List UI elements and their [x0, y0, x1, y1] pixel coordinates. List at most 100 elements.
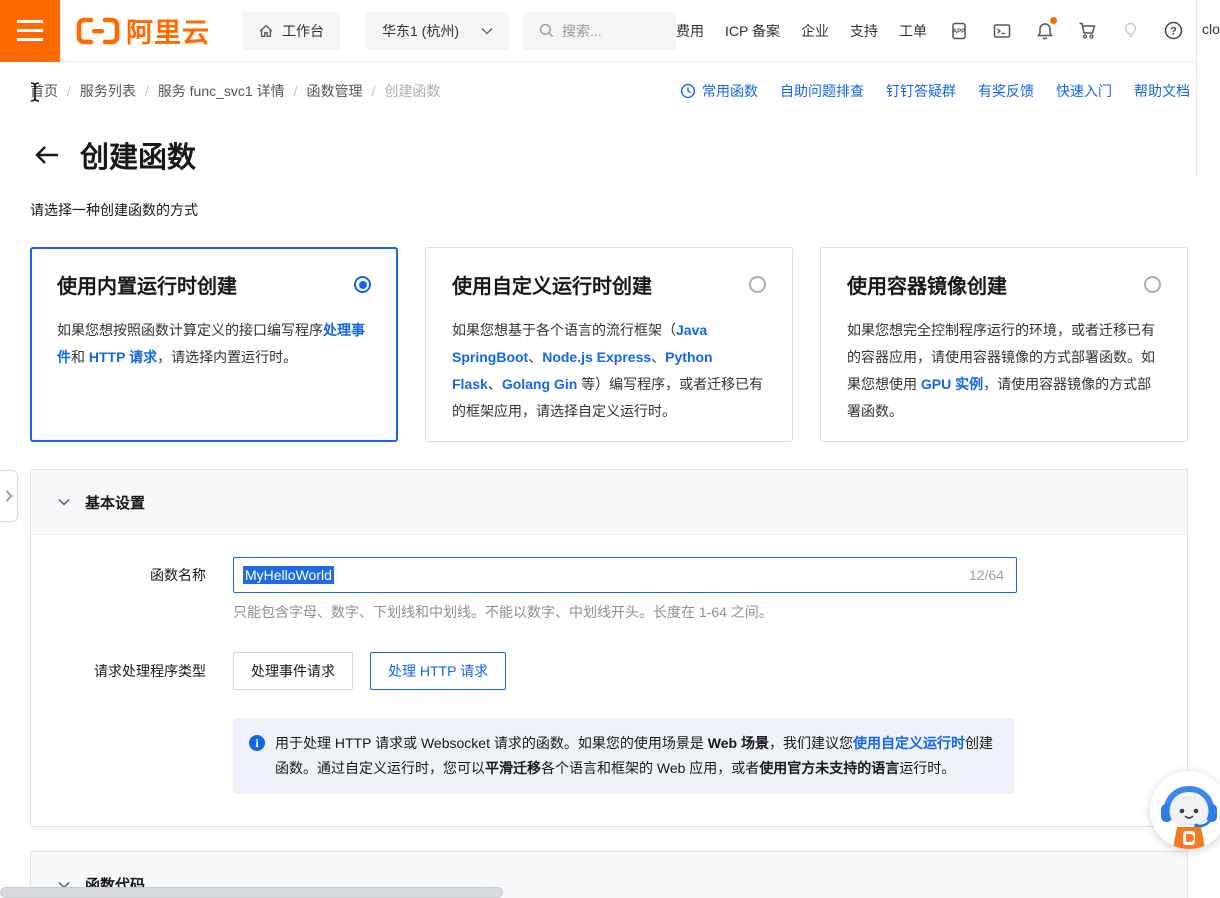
link-help-docs[interactable]: 帮助文档	[1134, 81, 1190, 101]
text-segment: 平滑迁移	[485, 760, 541, 776]
link-feedback[interactable]: 有奖反馈	[978, 81, 1034, 101]
account-flyout[interactable]: clo	[1196, 0, 1220, 176]
chatbot-assistant-button[interactable]	[1150, 771, 1220, 849]
link-common-functions[interactable]: 常用函数	[680, 81, 758, 101]
handle-http-request-button[interactable]: 处理 HTTP 请求	[370, 652, 506, 690]
handle-event-request-button[interactable]: 处理事件请求	[233, 652, 353, 690]
aliyun-bracket-icon	[76, 16, 120, 46]
radio-custom-runtime[interactable]	[749, 276, 766, 293]
cart-icon[interactable]	[1077, 20, 1099, 42]
notification-badge	[1050, 17, 1057, 24]
card-builtin-runtime[interactable]: 使用内置运行时创建 如果您想按照函数计算定义的接口编写程序处理事件和 HTTP …	[30, 247, 398, 442]
link-dingtalk-group[interactable]: 钉钉答疑群	[886, 81, 956, 101]
aliyun-logo-text: 阿里云	[126, 11, 210, 50]
breadcrumb-separator: /	[67, 83, 71, 99]
breadcrumb-bar: 首页 / 服务列表 / 服务 func_svc1 详情 / 函数管理 / 创建函…	[0, 62, 1220, 120]
clock-icon	[680, 83, 696, 99]
nav-item-enterprise[interactable]: 企业	[801, 21, 829, 41]
svg-text:APP: APP	[953, 29, 965, 35]
breadcrumb-home[interactable]: 首页	[30, 81, 58, 101]
svg-text:?: ?	[1171, 26, 1178, 38]
sidebar-expander[interactable]	[0, 470, 18, 522]
nav-item-tickets[interactable]: 工单	[899, 21, 927, 41]
console-icon[interactable]	[991, 20, 1013, 42]
function-name-helper: 只能包含字母、数字、下划线和中划线。不能以数字、中划线开头。长度在 1-64 之…	[233, 602, 1187, 622]
http-handler-info-box: i 用于处理 HTTP 请求或 Websocket 请求的函数。如果您的使用场景…	[233, 718, 1014, 794]
breadcrumb: 首页 / 服务列表 / 服务 func_svc1 详情 / 函数管理 / 创建函…	[30, 81, 440, 101]
page-title: 创建函数	[80, 134, 196, 176]
chevron-right-icon	[5, 490, 13, 502]
help-icon[interactable]: ?	[1163, 20, 1185, 42]
text-segment: 运行时。	[899, 760, 955, 776]
chevron-down-icon	[58, 498, 70, 506]
info-icon: i	[249, 735, 265, 751]
chevron-down-icon	[481, 27, 493, 35]
function-name-value: MyHelloWorld	[243, 566, 334, 584]
breadcrumb-separator: /	[145, 83, 149, 99]
breadcrumb-current: 创建函数	[384, 81, 440, 101]
robot-avatar-icon	[1150, 771, 1220, 849]
card-description: 如果您想基于各个语言的流行框架（Java SpringBoot、Node.js …	[452, 317, 766, 425]
text-segment: 和	[71, 349, 89, 365]
search-placeholder: 搜索...	[562, 21, 602, 41]
mobile-app-icon[interactable]: APP	[948, 20, 970, 42]
arrow-left-icon	[34, 144, 60, 166]
text-segment: 如果您想基于各个语言的流行框架（	[452, 322, 676, 338]
breadcrumb-separator: /	[294, 83, 298, 99]
search-icon	[539, 23, 554, 38]
card-container-image[interactable]: 使用容器镜像创建 如果您想完全控制程序运行的环境，或者迁移已有的容器应用，请使用…	[820, 247, 1188, 442]
text-segment: 、	[488, 376, 502, 392]
handler-type-toggle: 处理事件请求 处理 HTTP 请求	[233, 652, 1187, 690]
card-custom-runtime[interactable]: 使用自定义运行时创建 如果您想基于各个语言的流行框架（Java SpringBo…	[425, 247, 793, 442]
inline-link[interactable]: 使用自定义运行时	[853, 735, 965, 751]
search-input[interactable]: 搜索...	[523, 12, 676, 50]
nav-item-support[interactable]: 支持	[850, 21, 878, 41]
text-segment: 使用官方未支持的语言	[759, 760, 899, 776]
workbench-button[interactable]: 工作台	[242, 12, 340, 50]
inline-link[interactable]: GPU 实例	[921, 376, 983, 392]
horizontal-scrollbar-thumb[interactable]	[0, 887, 503, 898]
inline-link[interactable]: HTTP 请求	[89, 349, 157, 365]
nav-item-icp[interactable]: ICP 备案	[725, 21, 780, 41]
card-description: 如果您想按照函数计算定义的接口编写程序处理事件和 HTTP 请求，请选择内置运行…	[57, 317, 371, 371]
nav-item-billing[interactable]: 费用	[676, 21, 704, 41]
char-counter: 12/64	[969, 567, 1004, 583]
account-name-partial: clo	[1197, 21, 1220, 37]
top-navbar: 阿里云 工作台 华东1 (杭州) 搜索... 费用 ICP 备案 企业	[0, 0, 1220, 62]
region-selector[interactable]: 华东1 (杭州)	[366, 12, 509, 50]
link-quick-start[interactable]: 快速入门	[1056, 81, 1112, 101]
creation-method-cards: 使用内置运行时创建 如果您想按照函数计算定义的接口编写程序处理事件和 HTTP …	[30, 247, 1188, 442]
function-name-input[interactable]: MyHelloWorld 12/64	[233, 557, 1017, 593]
text-segment: 各个语言和框架的 Web 应用，或者	[541, 760, 759, 776]
notification-bell-icon[interactable]	[1034, 20, 1056, 42]
link-self-troubleshoot[interactable]: 自助问题排查	[780, 81, 864, 101]
title-row: 创建函数	[0, 120, 1220, 176]
back-button[interactable]	[34, 144, 60, 166]
radio-container-image[interactable]	[1144, 276, 1161, 293]
navbar-right: 费用 ICP 备案 企业 支持 工单 APP	[676, 20, 1220, 42]
card-title: 使用自定义运行时创建	[452, 270, 652, 299]
radio-builtin-runtime[interactable]	[354, 276, 371, 293]
section-title: 基本设置	[85, 492, 145, 513]
aliyun-logo[interactable]: 阿里云	[76, 11, 210, 50]
text-segment: ，请选择内置运行时。	[157, 349, 297, 365]
breadcrumb-service-list[interactable]: 服务列表	[80, 81, 136, 101]
basic-settings-section: 基本设置 函数名称 MyHelloWorld 12/64 只能包含字母、数字、下…	[30, 469, 1188, 827]
inline-link[interactable]: Node.js Express	[542, 349, 651, 365]
home-icon	[258, 23, 274, 39]
page-subtitle: 请选择一种创建函数的方式	[0, 176, 1220, 220]
breadcrumb-function-mgmt[interactable]: 函数管理	[307, 81, 363, 101]
region-label: 华东1 (杭州)	[382, 21, 459, 41]
info-text: 用于处理 HTTP 请求或 Websocket 请求的函数。如果您的使用场景是 …	[275, 731, 998, 781]
inline-link[interactable]: Golang Gin	[502, 376, 577, 392]
text-segment: 、	[651, 349, 665, 365]
card-description: 如果您想完全控制程序运行的环境，或者迁移已有的容器应用，请使用容器镜像的方式部署…	[847, 317, 1161, 425]
breadcrumb-service-detail[interactable]: 服务 func_svc1 详情	[158, 81, 285, 101]
lightbulb-icon[interactable]	[1120, 20, 1142, 42]
text-segment: Web 场景	[708, 735, 769, 751]
basic-settings-header[interactable]: 基本设置	[31, 470, 1187, 535]
workbench-label: 工作台	[282, 21, 324, 41]
hamburger-menu-button[interactable]	[0, 0, 60, 62]
breadcrumb-separator: /	[372, 83, 376, 99]
text-segment: 、	[528, 349, 542, 365]
